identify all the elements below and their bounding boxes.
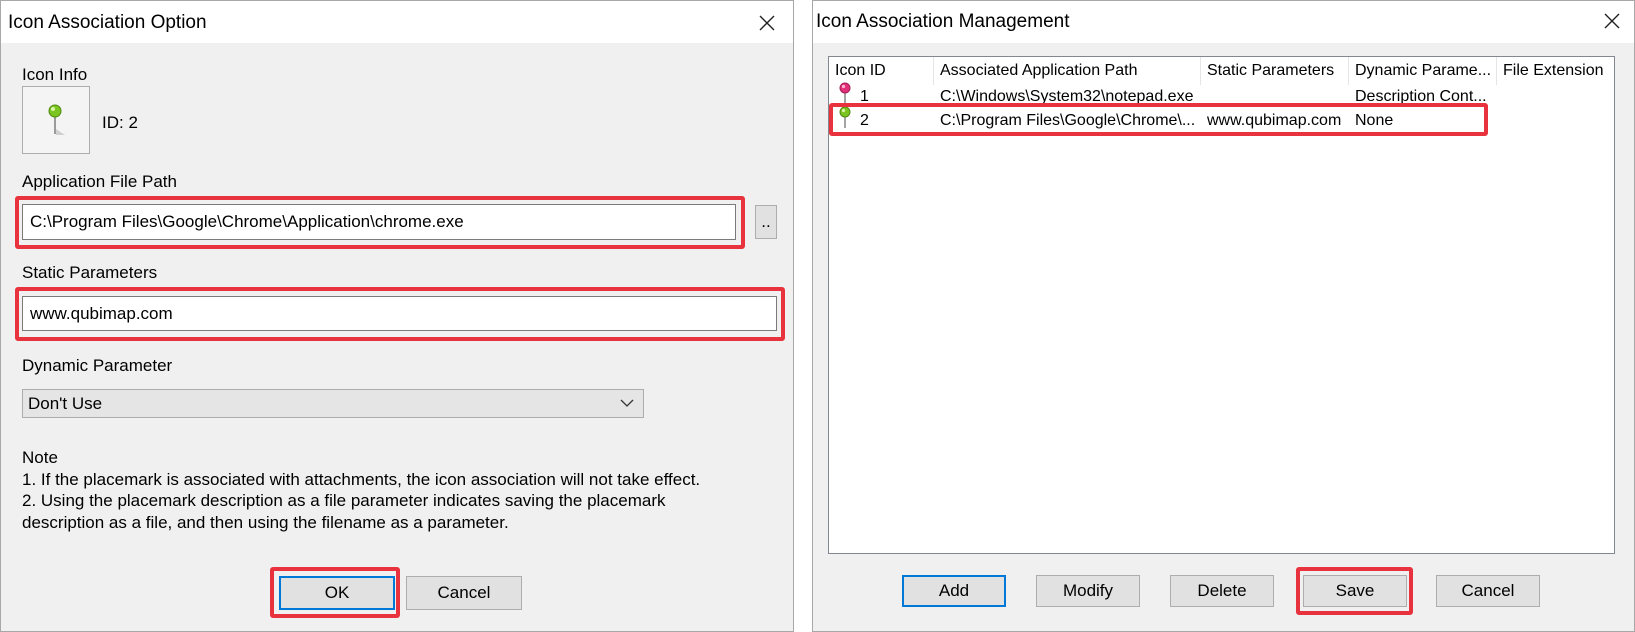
cancel-button[interactable]: Cancel [1436,575,1540,607]
dynamic-param-value: Don't Use [28,393,103,413]
cell-dynamic-params: Description Cont... [1355,88,1487,105]
column-dynamic-params[interactable]: Dynamic Parame... [1349,57,1497,85]
title-bar: Icon Association Management [813,1,1634,43]
add-button[interactable]: Add [902,575,1006,607]
list-header: Icon ID Associated Application Path Stat… [829,57,1614,87]
close-icon[interactable] [752,8,782,38]
dialog-title: Icon Association Management [816,11,1070,32]
title-bar: Icon Association Option [1,1,793,43]
pin-icon [48,104,65,135]
app-path-label: Application File Path [22,172,177,191]
pin-icon [839,106,851,128]
close-icon[interactable] [1597,6,1627,36]
cell-app-path: C:\Windows\System32\notepad.exe [940,88,1194,105]
pin-icon [839,82,851,104]
dynamic-param-select[interactable]: Don't Use [22,389,644,418]
icon-preview-button[interactable] [22,86,90,154]
delete-button[interactable]: Delete [1170,575,1274,607]
dialog-title: Icon Association Option [8,12,207,33]
table-row[interactable]: 1 C:\Windows\System32\notepad.exe Descri… [829,82,1614,109]
column-file-extension[interactable]: File Extension [1497,57,1614,85]
cell-icon-id: 2 [860,112,869,129]
note-line-2: 2. Using the placemark description as a … [22,491,666,532]
cell-static-params [1201,85,1349,109]
modify-button[interactable]: Modify [1036,575,1140,607]
static-params-label: Static Parameters [22,263,158,282]
browse-button[interactable]: .. [755,205,777,239]
note-section: Note 1. If the placemark is associated w… [22,447,742,533]
icon-association-list[interactable]: Icon ID Associated Application Path Stat… [828,56,1615,554]
table-row[interactable]: 2 C:\Program Files\Google\Chrome\... www… [829,106,1614,133]
cell-dynamic-params: None [1355,112,1394,129]
note-title: Note [22,448,58,467]
column-app-path[interactable]: Associated Application Path [934,57,1201,85]
cell-static-params: www.qubimap.com [1207,112,1342,129]
column-icon-id[interactable]: Icon ID [829,57,934,85]
static-params-input[interactable]: www.qubimap.com [22,296,777,331]
cancel-button[interactable]: Cancel [406,576,522,610]
cell-app-path: C:\Program Files\Google\Chrome\... [940,112,1196,129]
ok-button[interactable]: OK [279,576,395,610]
note-line-1: 1. If the placemark is associated with a… [22,469,701,489]
dynamic-param-label: Dynamic Parameter [22,356,173,375]
chevron-down-icon [620,399,634,407]
app-path-input[interactable]: C:\Program Files\Google\Chrome\Applicati… [22,204,736,240]
icon-association-option-dialog: Icon Association Option Icon Info ID: 2 … [0,0,794,632]
icon-id-text: ID: 2 [102,113,138,132]
column-static-params[interactable]: Static Parameters [1201,57,1349,85]
icon-info-label: Icon Info [22,65,88,84]
cell-icon-id: 1 [860,88,869,105]
save-button[interactable]: Save [1303,575,1407,607]
